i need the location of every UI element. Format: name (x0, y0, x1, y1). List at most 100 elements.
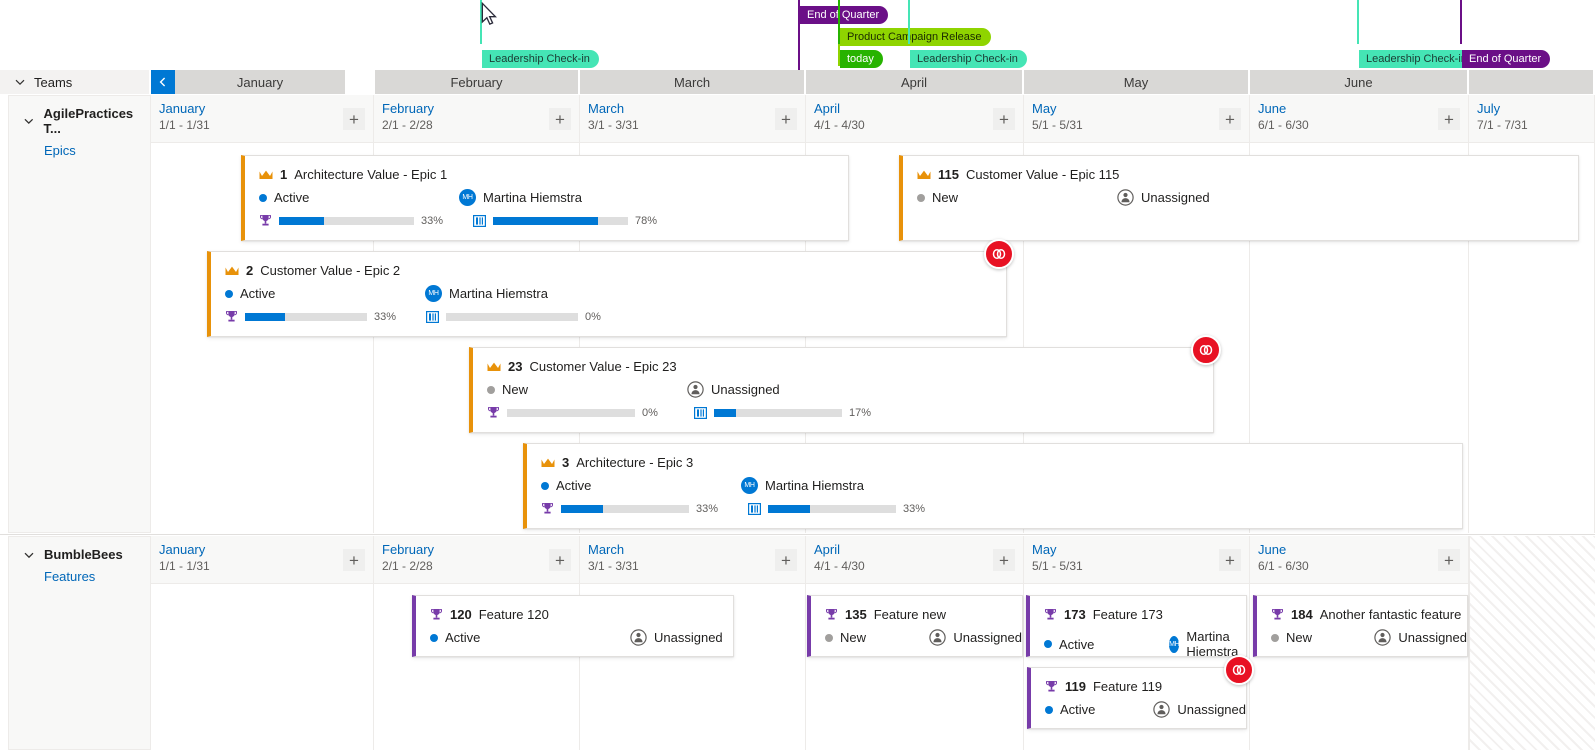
state-label: Active (1060, 702, 1095, 717)
milestone-pill[interactable]: End of Quarter (800, 6, 888, 24)
assigned-to: Unassigned (929, 629, 1022, 646)
month-header-label: June (1344, 75, 1372, 90)
out-of-range-hatch (1469, 536, 1595, 750)
add-item-button[interactable]: + (1219, 549, 1241, 571)
add-item-button[interactable]: + (1219, 108, 1241, 130)
work-item-card[interactable]: 115Customer Value - Epic 115New Unassign… (899, 155, 1579, 241)
lane-header: April4/1 - 4/30+ (806, 95, 1023, 143)
work-item-state: New (825, 630, 929, 645)
unassigned-avatar-icon (687, 381, 704, 398)
dependency-link-badge[interactable] (1224, 655, 1254, 685)
state-label: New (932, 190, 958, 205)
work-item-state: Active (430, 630, 630, 645)
scroll-left-button[interactable] (151, 70, 175, 94)
state-label: New (1286, 630, 1312, 645)
add-item-button[interactable]: + (1438, 549, 1460, 571)
backlog-level-link[interactable]: Epics (44, 143, 150, 158)
add-item-button[interactable]: + (343, 549, 365, 571)
chevron-down-icon (23, 549, 35, 561)
dependency-link-badge[interactable] (984, 239, 1014, 269)
work-item-card[interactable]: 2Customer Value - Epic 2ActiveMHMartina … (207, 251, 1007, 337)
add-item-button[interactable]: + (775, 549, 797, 571)
work-item-card[interactable]: 135Feature newNew Unassigned (807, 595, 1023, 657)
progress-bar (245, 313, 367, 321)
work-item-state: Active (1045, 702, 1153, 717)
trophy-icon (225, 310, 238, 323)
trophy-icon (825, 608, 838, 621)
progress-group: 0% (487, 406, 668, 419)
state-label: New (840, 630, 866, 645)
dependency-link-badge[interactable] (1191, 335, 1221, 365)
assigned-to-name: Unassigned (953, 630, 1022, 645)
add-item-button[interactable]: + (775, 108, 797, 130)
progress-group: 0% (426, 311, 611, 323)
month-header-may[interactable]: May (1024, 70, 1250, 94)
month-header-march[interactable]: March (580, 70, 806, 94)
link-icon (1198, 342, 1214, 358)
avatar: MH (459, 189, 476, 206)
unassigned-avatar-icon (1374, 629, 1391, 646)
add-item-button[interactable]: + (993, 108, 1015, 130)
add-item-button[interactable]: + (343, 108, 365, 130)
progress-percent: 33% (903, 503, 929, 515)
work-item-card[interactable]: 23Customer Value - Epic 23New Unassigned… (469, 347, 1214, 433)
add-item-button[interactable]: + (549, 108, 571, 130)
avatar: MH (1169, 636, 1179, 653)
work-item-id: 173 (1064, 607, 1086, 622)
month-header-june[interactable]: June (1250, 70, 1469, 94)
chevron-down-icon (14, 76, 26, 88)
work-item-card[interactable]: 120Feature 120Active Unassigned (412, 595, 734, 657)
lane-month-label: January (159, 100, 373, 117)
timeline-board: AgilePractices T...Epics January 1/1 - 1/3… (0, 95, 1595, 750)
delivery-plans-timeline: End of Quarter Product Campaign Release to… (0, 0, 1595, 750)
milestone-pill[interactable]: Leadership Check-in (910, 50, 1027, 68)
team-row-header[interactable]: AgilePractices T...Epics (8, 95, 151, 533)
work-item-card[interactable]: 173Feature 173ActiveMHMartina Hiemstra (1026, 595, 1247, 657)
lane-header: April4/1 - 4/30+ (806, 536, 1023, 584)
month-header-april[interactable]: April (806, 70, 1024, 94)
state-dot (1271, 634, 1279, 642)
trophy-icon (541, 502, 554, 515)
backlog-level-link[interactable]: Features (44, 569, 150, 584)
lane-header: May5/1 - 5/31+ (1024, 536, 1249, 584)
progress-group: 17% (694, 407, 875, 419)
team-row-header[interactable]: BumbleBeesFeatures (8, 536, 151, 750)
add-item-button[interactable]: + (993, 549, 1015, 571)
chevron-down-icon (23, 115, 35, 127)
milestone-pill[interactable]: End of Quarter (1462, 50, 1550, 68)
month-header-january[interactable]: January (175, 70, 347, 94)
month-header-february[interactable]: February (375, 70, 580, 94)
add-item-button[interactable]: + (549, 549, 571, 571)
lane-date-range: 5/1 - 5/31 (1032, 117, 1249, 134)
marker-line (1357, 0, 1359, 44)
milestone-pill[interactable]: today (840, 50, 883, 68)
work-item-card[interactable]: 184Another fantastic featureNew Unassign… (1253, 595, 1468, 657)
teams-column-header[interactable]: Teams (0, 70, 150, 94)
month-header-extra[interactable] (1469, 70, 1595, 94)
lane-month-label: June (1258, 541, 1468, 558)
lane-date-range: 1/1 - 1/31 (159, 558, 373, 575)
work-item-id: 3 (562, 455, 569, 470)
milestone-pill[interactable]: Leadership Check-in (482, 50, 599, 68)
month-header-label: April (901, 75, 927, 90)
state-dot (1044, 640, 1052, 648)
work-item-state: Active (225, 286, 425, 301)
milestone-pill[interactable]: Leadership Check-in (1359, 50, 1476, 68)
lane-date-range: 5/1 - 5/31 (1032, 558, 1249, 575)
lane-date-range: 3/1 - 3/31 (588, 558, 805, 575)
milestone-pill[interactable]: Product Campaign Release (840, 28, 991, 46)
state-dot (225, 290, 233, 298)
work-item-state: New (487, 382, 687, 397)
work-item-id: 184 (1291, 607, 1313, 622)
work-item-title: Architecture - Epic 3 (576, 455, 693, 470)
progress-bar (279, 217, 414, 225)
add-item-button[interactable]: + (1438, 108, 1460, 130)
progress-group: 33% (748, 503, 929, 515)
avatar: MH (425, 285, 442, 302)
work-item-card[interactable]: 119Feature 119Active Unassigned (1027, 667, 1247, 729)
row-separator (0, 534, 1595, 535)
crown-icon (487, 361, 501, 373)
work-item-card[interactable]: 1Architecture Value - Epic 1ActiveMHMart… (241, 155, 849, 241)
lane-header: July7/1 - 7/31 (1469, 95, 1594, 143)
work-item-card[interactable]: 3Architecture - Epic 3ActiveMHMartina Hi… (523, 443, 1463, 529)
